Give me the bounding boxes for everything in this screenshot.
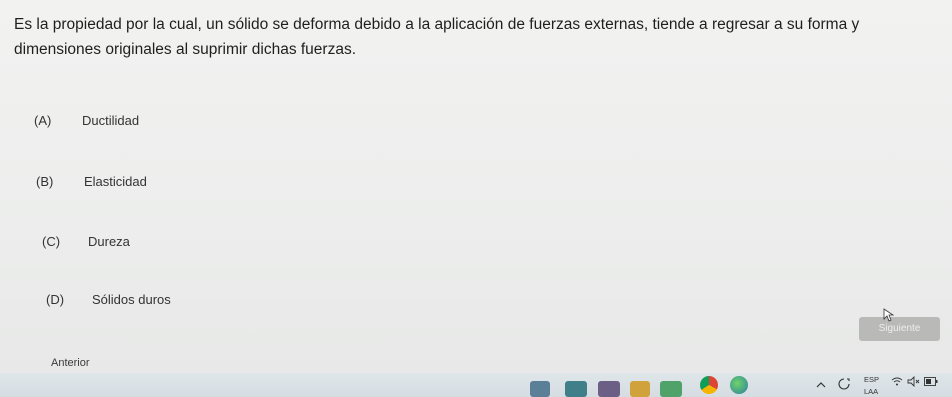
option-d[interactable]: (D) Sólidos duros — [46, 292, 171, 307]
touch-keyboard-icon[interactable] — [838, 378, 850, 390]
app-icon[interactable] — [660, 381, 682, 397]
app-icon[interactable] — [565, 381, 587, 397]
question-text: Es la propiedad por la cual, un sólido s… — [14, 16, 860, 58]
option-c[interactable]: (C) Dureza — [42, 234, 130, 249]
edge-icon[interactable] — [730, 376, 748, 394]
quiz-page: Es la propiedad por la cual, un sólido s… — [0, 0, 952, 380]
language-indicator[interactable]: ESP LAA — [864, 375, 879, 396]
option-label: Dureza — [88, 234, 130, 249]
option-label: Elasticidad — [84, 174, 147, 189]
option-b[interactable]: (B) Elasticidad — [36, 174, 147, 189]
app-icon[interactable] — [630, 381, 650, 397]
option-letter: (A) — [34, 113, 52, 128]
app-icon[interactable] — [598, 381, 620, 397]
option-letter: (C) — [42, 234, 61, 249]
taskbar: ESP LAA — [0, 373, 952, 397]
option-letter: (B) — [36, 174, 54, 189]
option-letter: (D) — [46, 292, 65, 307]
previous-button[interactable]: Anterior — [51, 357, 90, 369]
next-button[interactable]: Siguiente — [859, 317, 940, 341]
keyboard-layout: LAA — [864, 387, 879, 396]
battery-icon[interactable] — [924, 377, 938, 386]
volume-muted-icon[interactable] — [907, 376, 921, 387]
app-icon[interactable] — [530, 381, 550, 397]
mouse-cursor-icon — [883, 308, 895, 322]
option-label: Sólidos duros — [92, 292, 171, 307]
option-a[interactable]: (A) Ductilidad — [34, 113, 139, 128]
wifi-icon[interactable] — [891, 377, 903, 387]
language-code: ESP — [864, 375, 880, 384]
option-label: Ductilidad — [82, 113, 140, 128]
chrome-icon[interactable] — [700, 376, 718, 394]
chevron-up-icon[interactable] — [816, 381, 826, 389]
